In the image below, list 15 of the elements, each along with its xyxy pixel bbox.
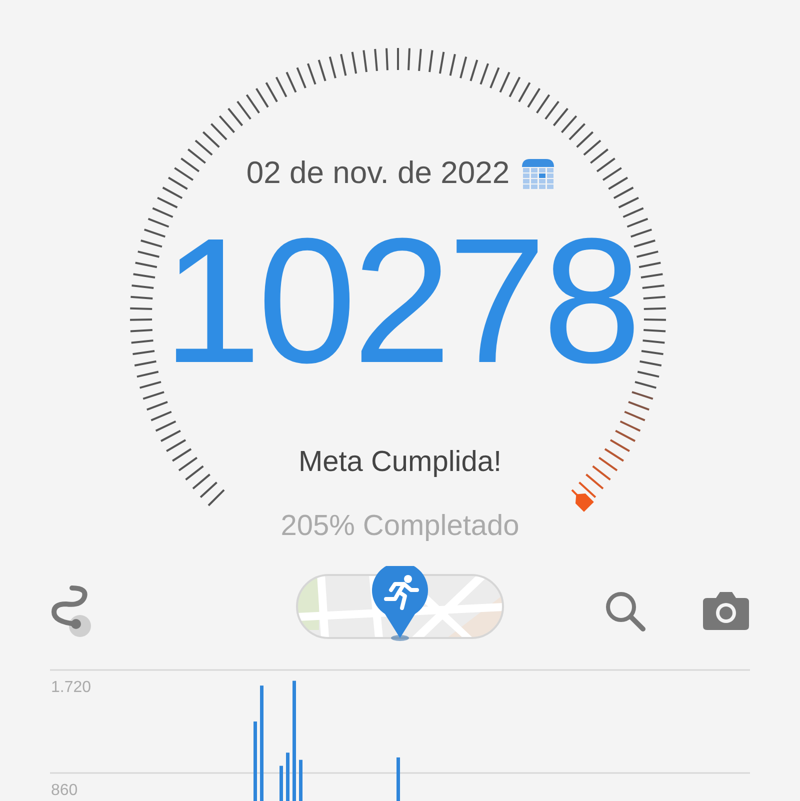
bar (280, 766, 283, 801)
axis-label: 860 (51, 782, 78, 799)
bar (299, 760, 302, 801)
axis-label: 1.720 (51, 679, 92, 696)
calendar-icon[interactable] (522, 157, 554, 189)
bar (286, 752, 290, 801)
camera-icon[interactable] (703, 590, 749, 630)
search-icon[interactable] (604, 590, 646, 632)
route-icon[interactable] (50, 584, 92, 638)
progress-label: 205% Completado (280, 508, 520, 544)
goal-status: Meta Cumplida! (298, 445, 502, 480)
runner-pin-icon (371, 566, 429, 642)
date-label: 02 de nov. de 2022 (246, 154, 510, 192)
bar (396, 757, 400, 801)
step-count: 10278 (162, 216, 638, 386)
